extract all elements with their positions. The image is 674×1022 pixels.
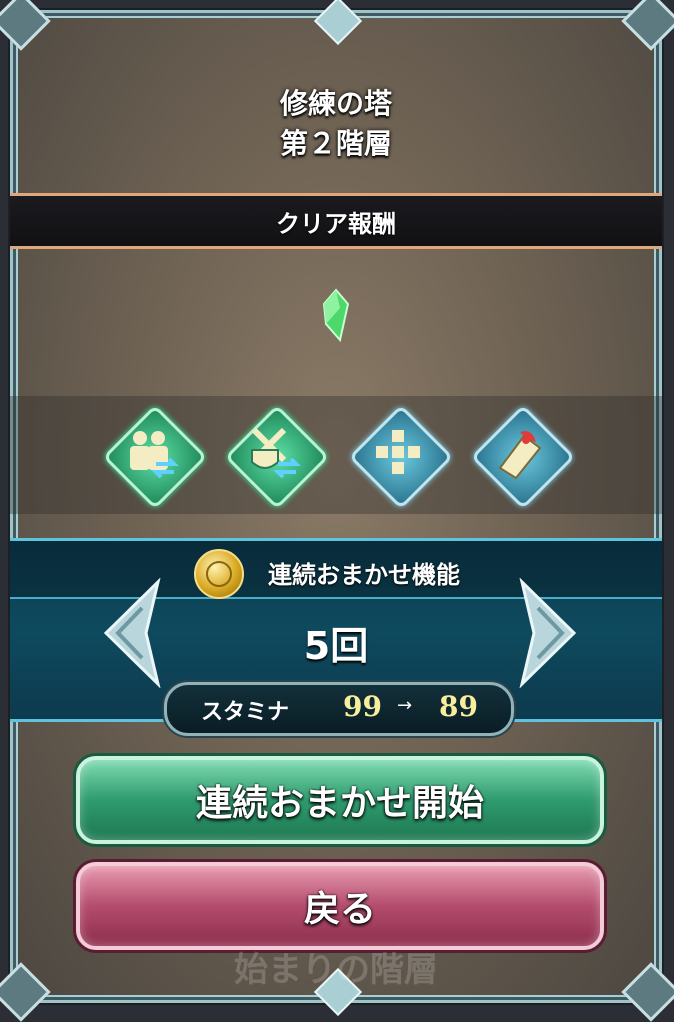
stamina-current: 99 <box>343 690 382 723</box>
auto-battle-label: 連続おまかせ機能 <box>268 561 460 589</box>
dialog-frame: 修練の塔 第２階層 クリア報酬 連続おまかせ機能 5回 スタミナ 99 → 89… <box>0 0 674 1022</box>
reward-label: クリア報酬 <box>276 209 396 238</box>
frame-corner-ornament <box>621 0 674 51</box>
stamina-after: 89 <box>439 690 478 723</box>
skill-icon-row <box>10 396 662 514</box>
stamina-arrow-icon: → <box>397 695 413 716</box>
background-faded-text: 始まりの階層 <box>234 950 438 990</box>
reward-header: クリア報酬 <box>10 193 662 249</box>
stamina-label: スタミナ <box>201 700 290 725</box>
dialog-subtitle: 第２階層 <box>279 127 392 160</box>
back-button[interactable]: 戻る <box>76 862 604 950</box>
scroll-icon[interactable] <box>470 404 576 510</box>
green-gem-icon <box>322 288 350 342</box>
increase-arrow-button[interactable] <box>518 578 578 688</box>
start-auto-battle-button[interactable]: 連続おまかせ開始 <box>76 756 604 844</box>
frame-corner-ornament <box>0 0 51 51</box>
decrease-arrow-button[interactable] <box>102 578 162 688</box>
frame-top-ornament <box>313 0 363 46</box>
dialog-title: 修練の塔 <box>279 87 392 120</box>
cross-formation-icon[interactable] <box>348 404 454 510</box>
weapon-swap-icon[interactable] <box>224 404 330 510</box>
owl-medal-icon <box>194 549 244 599</box>
stamina-display: スタミナ 99 → 89 <box>164 682 514 736</box>
ally-swap-icon[interactable] <box>102 404 208 510</box>
